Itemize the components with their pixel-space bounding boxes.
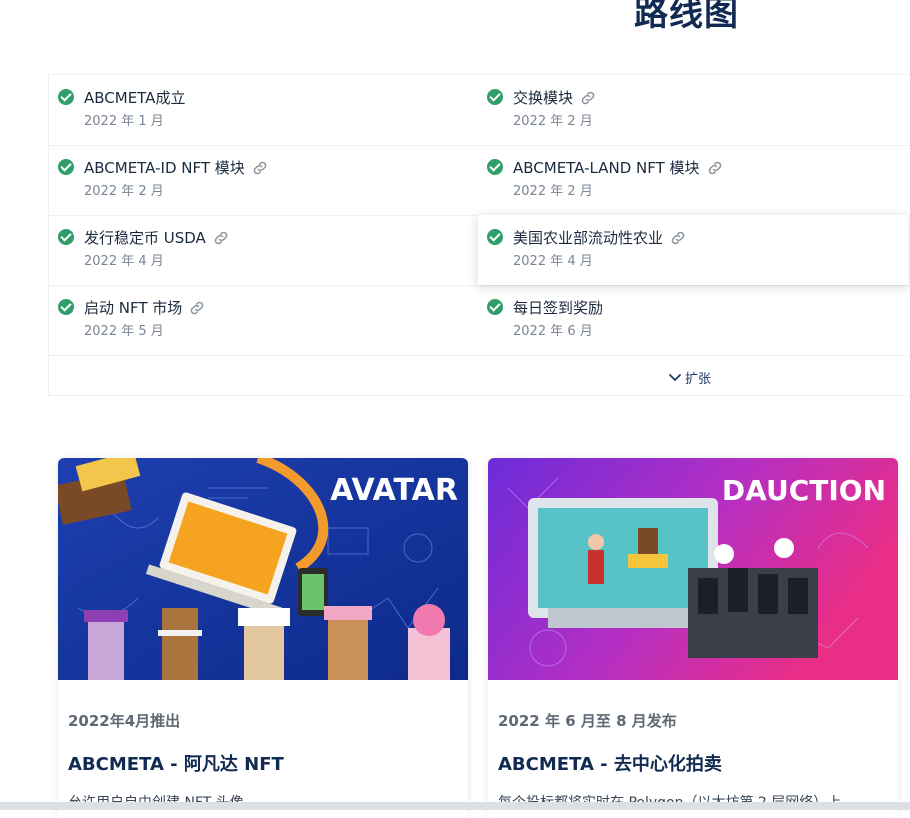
roadmap-item-date: 2022 年 2 月 <box>84 184 164 199</box>
check-icon <box>487 89 503 105</box>
card-date: 2022 年 6 月至 8 月发布 <box>498 712 677 730</box>
dauction-banner-image: DAUCTION <box>488 458 898 680</box>
roadmap-item: 每日签到奖励 2022 年 6 月 <box>478 285 908 355</box>
check-icon <box>487 229 503 245</box>
roadmap-item-title: ABCMETA成立 <box>84 89 186 107</box>
roadmap-item-date: 2022 年 4 月 <box>84 254 164 269</box>
horizontal-scrollbar[interactable] <box>0 802 910 810</box>
roadmap-item-date: 2022 年 6 月 <box>513 324 593 339</box>
roadmap-item: ABCMETA成立 2022 年 1 月 <box>49 75 479 145</box>
roadmap-item-title: ABCMETA-LAND NFT 模块 <box>513 157 724 178</box>
card-title[interactable]: ABCMETA - 去中心化拍卖 <box>498 750 722 776</box>
roadmap-item-date: 2022 年 1 月 <box>84 114 164 129</box>
check-icon <box>58 299 74 315</box>
expand-label: 扩张 <box>685 372 712 387</box>
roadmap-item-title: 启动 NFT 市场 <box>84 297 206 318</box>
link-icon[interactable] <box>188 299 206 317</box>
link-icon[interactable] <box>579 89 597 107</box>
roadmap-item-date: 2022 年 2 月 <box>513 184 593 199</box>
roadmap-item: ABCMETA-LAND NFT 模块 2022 年 2 月 <box>478 145 908 215</box>
roadmap-item-title: 交换模块 <box>513 87 597 108</box>
check-icon <box>58 159 74 175</box>
row-divider <box>49 355 910 356</box>
feature-card-avatar[interactable]: AVATAR 2022年4月推出 ABCMETA - 阿凡达 NFT 允许用户自… <box>58 458 468 818</box>
roadmap-item-title: 每日签到奖励 <box>513 299 604 317</box>
svg-text:DAUCTION: DAUCTION <box>722 474 886 507</box>
feature-card-dauction[interactable]: DAUCTION 2022 年 6 月至 8 月发布 ABCMETA - 去中心… <box>488 458 898 818</box>
page-title: 路线图 <box>634 0 739 34</box>
roadmap-item: 交换模块 2022 年 2 月 <box>478 75 908 145</box>
roadmap-panel: ABCMETA成立 2022 年 1 月 ABCMETA-ID NFT 模块 2… <box>48 74 910 396</box>
svg-text:AVATAR: AVATAR <box>330 473 458 508</box>
roadmap-item-date: 2022 年 5 月 <box>84 324 164 339</box>
check-icon <box>58 89 74 105</box>
roadmap-item: 发行稳定币 USDA 2022 年 4 月 <box>49 215 479 285</box>
link-icon[interactable] <box>251 159 269 177</box>
roadmap-item: 启动 NFT 市场 2022 年 5 月 <box>49 285 479 355</box>
roadmap-item-title: ABCMETA-ID NFT 模块 <box>84 157 269 178</box>
card-title[interactable]: ABCMETA - 阿凡达 NFT <box>68 750 284 776</box>
roadmap-item: ABCMETA-ID NFT 模块 2022 年 2 月 <box>49 145 479 215</box>
chevron-down-icon <box>669 373 681 381</box>
check-icon <box>487 159 503 175</box>
card-date: 2022年4月推出 <box>68 712 181 730</box>
check-icon <box>487 299 503 315</box>
roadmap-item-hovered[interactable]: 美国农业部流动性农业 2022 年 4 月 <box>478 215 908 285</box>
roadmap-item-date: 2022 年 4 月 <box>513 254 593 269</box>
link-icon[interactable] <box>669 229 687 247</box>
roadmap-item-title: 美国农业部流动性农业 <box>513 227 687 248</box>
avatar-banner-image: AVATAR <box>58 458 468 680</box>
roadmap-item-title: 发行稳定币 USDA <box>84 227 230 248</box>
expand-button[interactable]: 扩张 <box>669 368 711 387</box>
link-icon[interactable] <box>706 159 724 177</box>
link-icon[interactable] <box>212 229 230 247</box>
roadmap-item-date: 2022 年 2 月 <box>513 114 593 129</box>
check-icon <box>58 229 74 245</box>
